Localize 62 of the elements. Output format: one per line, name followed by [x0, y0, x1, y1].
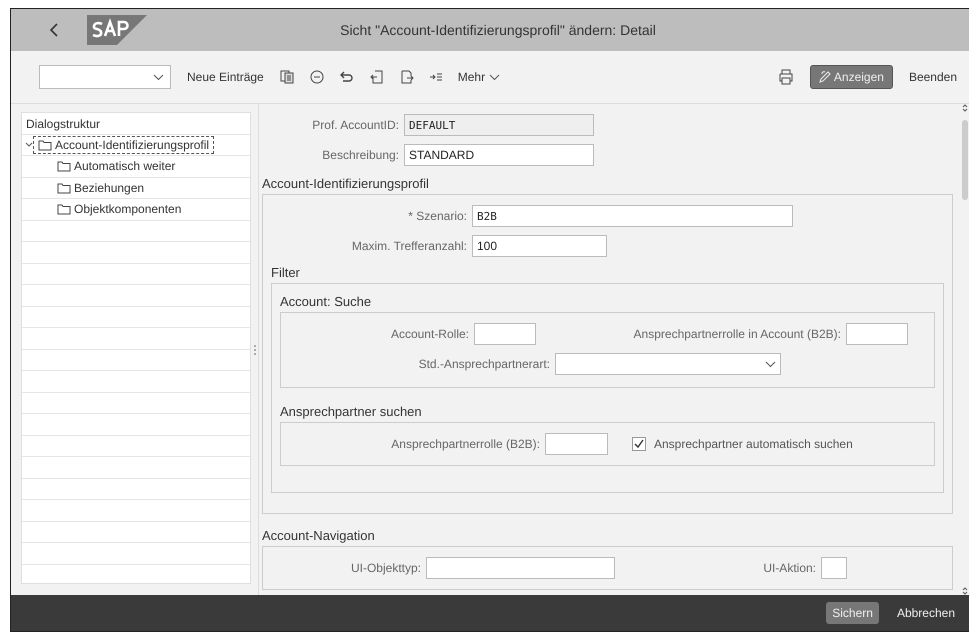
scrollbar-thumb[interactable] [962, 120, 968, 200]
field-label: UI-Objekttyp: [350, 561, 421, 575]
indent-icon[interactable] [430, 72, 442, 82]
field-label: Prof. AccountID: [311, 118, 399, 132]
text-field[interactable] [821, 557, 847, 579]
folder-icon [57, 203, 71, 216]
text-field[interactable]: 100 [472, 235, 607, 257]
more-menu[interactable]: Mehr [458, 70, 500, 84]
section-title: Ansprechpartner suchen [280, 404, 423, 419]
printer-icon[interactable] [778, 69, 794, 85]
chevron-down-icon [489, 74, 500, 80]
field-label: Account-Rolle: [390, 327, 469, 341]
copy-icon[interactable] [280, 70, 294, 84]
next-page-icon[interactable] [400, 70, 414, 84]
tree-item[interactable]: Beziehungen [52, 178, 150, 197]
checkbox-label: Ansprechpartner automatisch suchen [654, 437, 853, 451]
folder-icon [57, 160, 71, 172]
back-icon[interactable] [49, 22, 59, 38]
scroll-down-icon[interactable] [962, 587, 968, 595]
text-field[interactable]: B2B [472, 205, 793, 227]
text-field[interactable]: DEFAULT [404, 114, 594, 136]
exit-button[interactable]: Beenden [908, 70, 957, 84]
section-title: Account-Identifizierungsprofil [262, 176, 430, 191]
section-title: Filter [271, 265, 301, 280]
field-label: UI-Aktion: [762, 561, 816, 575]
splitter-handle[interactable] [254, 344, 256, 354]
previous-page-icon[interactable] [370, 70, 384, 84]
dropdown-field[interactable] [39, 65, 171, 89]
section-title: Account: Suche [280, 294, 372, 309]
logo-icon [87, 15, 147, 45]
folder-icon [38, 138, 52, 151]
chevron-down-icon [765, 360, 776, 368]
field-label: Maxim. Trefferanzahl: [350, 239, 467, 253]
field-label: * Szenario: [407, 209, 467, 223]
window-title: Sicht "Account-Identifizierungsprofil" ändern: Detail [339, 22, 657, 38]
field-label: Beschreibung: [321, 148, 399, 162]
minus-circle-icon[interactable] [310, 70, 324, 84]
chevron-down-icon [153, 74, 164, 80]
new-entries-button[interactable]: Neue Einträge [187, 70, 264, 84]
checkbox[interactable] [632, 437, 646, 451]
undo-icon[interactable] [340, 70, 354, 84]
field-label: Std.-Ansprechpartnerart: [418, 357, 550, 371]
dropdown-field[interactable] [555, 353, 781, 375]
text-field[interactable] [545, 433, 608, 455]
folder-icon [57, 182, 71, 194]
chevron-icon[interactable] [25, 140, 33, 149]
section-title: Account-Navigation [262, 528, 376, 543]
tree-item[interactable]: Objektkomponenten [52, 200, 186, 218]
field-label: Ansprechpartnerrolle (B2B): [390, 437, 540, 451]
save-button[interactable]: Sichern [826, 602, 879, 624]
tree-item[interactable]: Account-Identifizierungsprofil [33, 136, 214, 154]
cancel-button[interactable]: Abbrechen [890, 602, 961, 624]
scroll-up-icon[interactable] [962, 104, 968, 112]
field-label: Ansprechpartnerrolle in Account (B2B): [632, 327, 841, 341]
text-field[interactable] [846, 323, 908, 345]
text-field[interactable] [474, 323, 536, 345]
text-field[interactable] [426, 557, 615, 579]
tree-item[interactable]: Automatisch weiter [52, 157, 180, 176]
text-field[interactable]: STANDARD [404, 144, 594, 166]
sidebar-title: Dialogstruktur [25, 116, 102, 134]
pencil-icon [818, 71, 831, 83]
display-button[interactable]: Anzeigen [810, 65, 893, 89]
